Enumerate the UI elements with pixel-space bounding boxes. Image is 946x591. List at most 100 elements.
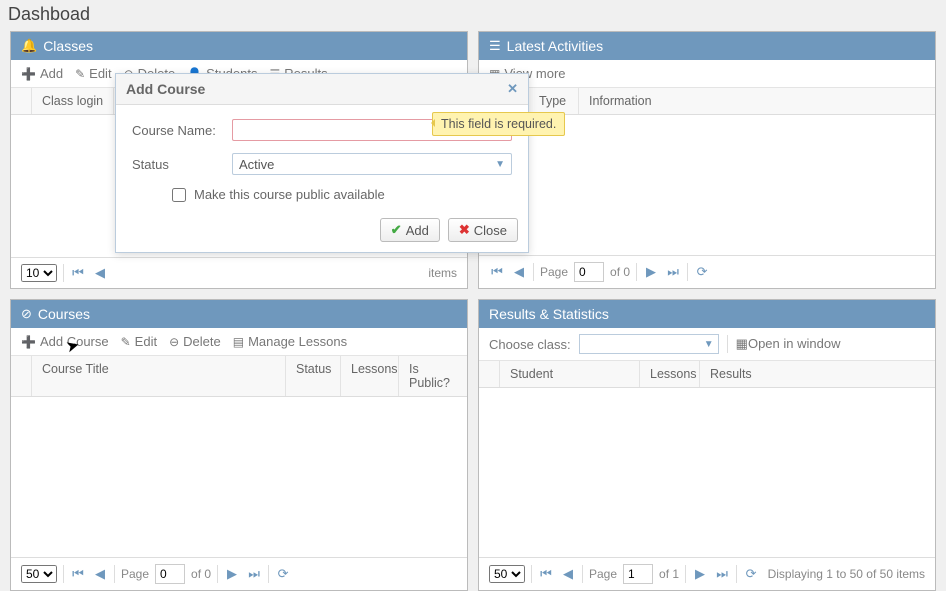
chevron-down-icon: ▼ xyxy=(704,339,714,350)
pencil-icon: ✎ xyxy=(75,67,85,81)
prev-page-button[interactable]: ◀ xyxy=(92,566,108,582)
panel-latest: ☰ Latest Activities ▦View more Time Type… xyxy=(478,31,936,289)
col-results: Results xyxy=(700,361,935,387)
plus-icon: ➕ xyxy=(21,67,36,81)
prev-page-button[interactable]: ◀ xyxy=(92,265,108,281)
checkbox-col xyxy=(11,88,32,114)
edit-class-button[interactable]: ✎Edit xyxy=(75,66,111,81)
first-page-button[interactable]: ⏮ xyxy=(70,566,86,582)
page-label: Page xyxy=(540,265,568,279)
col-status: Status xyxy=(286,356,341,396)
col-lessons: Lessons xyxy=(341,356,399,396)
page-size-select[interactable]: 50 xyxy=(489,565,525,583)
choose-class-select[interactable]: ▼ xyxy=(579,334,719,354)
panel-header-results: Results & Statistics xyxy=(479,300,935,328)
next-page-button[interactable]: ▶ xyxy=(692,566,708,582)
col-info: Information xyxy=(579,88,935,114)
latest-pager: ⏮ ◀ Page of 0 ▶ ⏭ ⟳ xyxy=(479,255,935,288)
col-student: Student xyxy=(500,361,640,387)
of-label: of 0 xyxy=(610,265,630,279)
panel-title: Courses xyxy=(38,306,90,322)
col-class-login: Class login xyxy=(32,88,114,114)
col-type: Type xyxy=(529,88,579,114)
modal-header[interactable]: Add Course ✕ xyxy=(116,74,528,105)
panel-title: Classes xyxy=(43,38,93,54)
status-value: Active xyxy=(239,157,274,172)
delete-course-button[interactable]: ⊖Delete xyxy=(169,334,221,349)
refresh-button[interactable]: ⟳ xyxy=(694,264,710,280)
courses-pager: 50 ⏮ ◀ Page of 0 ▶ ⏭ ⟳ xyxy=(11,557,467,590)
courses-columns: Course Title Status Lessons Is Public? xyxy=(11,356,467,397)
close-icon[interactable]: ✕ xyxy=(507,81,518,97)
modal-add-button[interactable]: ✔Add xyxy=(380,218,440,242)
open-window-button[interactable]: ▦Open in window xyxy=(736,336,841,352)
bell-icon: 🔔 xyxy=(21,38,37,54)
first-page-button[interactable]: ⏮ xyxy=(70,265,86,281)
refresh-button[interactable]: ⟳ xyxy=(743,566,759,582)
chevron-down-icon: ▼ xyxy=(495,159,505,170)
latest-columns: Time Type Information xyxy=(479,88,935,115)
of-label: of 0 xyxy=(191,567,211,581)
prev-page-button[interactable]: ◀ xyxy=(560,566,576,582)
page-input[interactable] xyxy=(155,564,185,584)
last-page-button[interactable]: ⏭ xyxy=(714,566,730,582)
classes-pager: 10 ⏮ ◀ items xyxy=(11,257,467,288)
refresh-button[interactable]: ⟳ xyxy=(275,566,291,582)
check-icon: ⊘ xyxy=(21,306,32,322)
courses-body xyxy=(11,397,467,557)
course-name-label: Course Name: xyxy=(132,123,232,138)
page-input[interactable] xyxy=(623,564,653,584)
first-page-button[interactable]: ⏮ xyxy=(538,566,554,582)
status-label: Status xyxy=(132,157,232,172)
check-icon: ✔ xyxy=(391,222,402,238)
page-label: Page xyxy=(589,567,617,581)
page-title: Dashboad xyxy=(0,0,946,31)
pencil-icon: ✎ xyxy=(121,335,131,349)
modal-title: Add Course xyxy=(126,81,205,97)
page-input[interactable] xyxy=(574,262,604,282)
last-page-button[interactable]: ⏭ xyxy=(665,264,681,280)
plus-icon: ➕ xyxy=(21,335,36,349)
manage-lessons-button[interactable]: ▤Manage Lessons xyxy=(233,334,347,349)
modal-close-button[interactable]: ✖Close xyxy=(448,218,518,242)
choose-class-label: Choose class: xyxy=(489,337,571,352)
results-columns: Student Lessons Results xyxy=(479,361,935,388)
page-size-select[interactable]: 50 xyxy=(21,565,57,583)
add-class-button[interactable]: ➕Add xyxy=(21,66,63,81)
window-icon: ▦ xyxy=(736,336,748,351)
display-info: Displaying 1 to 50 of 50 items xyxy=(768,567,925,581)
list-icon: ☰ xyxy=(489,38,501,54)
of-label: of 1 xyxy=(659,567,679,581)
next-page-button[interactable]: ▶ xyxy=(224,566,240,582)
panel-header-courses: ⊘ Courses xyxy=(11,300,467,328)
prev-page-button[interactable]: ◀ xyxy=(511,264,527,280)
book-icon: ▤ xyxy=(233,335,244,349)
edit-course-button[interactable]: ✎Edit xyxy=(121,334,157,349)
col-title: Course Title xyxy=(32,356,286,396)
col-lessons: Lessons xyxy=(640,361,700,387)
latest-toolbar: ▦View more xyxy=(479,60,935,88)
results-bar: Choose class: ▼ ▦Open in window xyxy=(479,328,935,361)
panel-title: Latest Activities xyxy=(507,38,604,54)
close-icon: ✖ xyxy=(459,222,470,238)
status-select[interactable]: Active ▼ xyxy=(232,153,512,175)
checkbox-col xyxy=(11,356,32,396)
col-public: Is Public? xyxy=(399,356,467,396)
panel-header-latest: ☰ Latest Activities xyxy=(479,32,935,60)
panel-header-classes: 🔔 Classes xyxy=(11,32,467,60)
last-page-button[interactable]: ⏭ xyxy=(246,566,262,582)
results-pager: 50 ⏮ ◀ Page of 1 ▶ ⏭ ⟳ Displaying 1 to 5… xyxy=(479,557,935,590)
add-course-modal: Add Course ✕ Course Name: Status Active … xyxy=(115,73,529,253)
first-page-button[interactable]: ⏮ xyxy=(489,264,505,280)
modal-footer: ✔Add ✖Close xyxy=(116,210,528,252)
latest-body xyxy=(479,115,935,255)
minus-icon: ⊖ xyxy=(169,335,179,349)
items-label: items xyxy=(428,266,457,280)
checkbox-col xyxy=(479,361,500,387)
public-checkbox[interactable] xyxy=(172,188,186,202)
next-page-button[interactable]: ▶ xyxy=(643,264,659,280)
panel-title: Results & Statistics xyxy=(489,306,609,322)
page-label: Page xyxy=(121,567,149,581)
page-size-select[interactable]: 10 xyxy=(21,264,57,282)
panel-results: Results & Statistics Choose class: ▼ ▦Op… xyxy=(478,299,936,591)
